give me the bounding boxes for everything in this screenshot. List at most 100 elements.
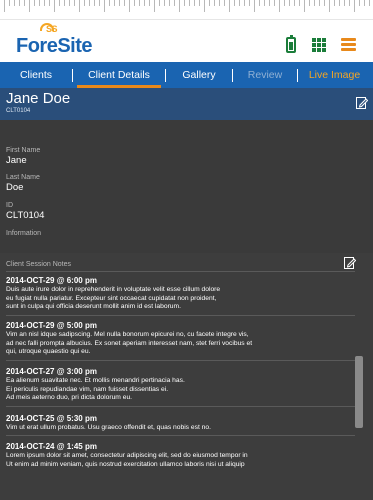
first-name-label: First Name — [6, 147, 41, 154]
ruler-tick — [234, 0, 235, 6]
note-divider — [6, 406, 355, 407]
note-body-line: Ut enim ad minim veniam, quis nostrud ex… — [6, 460, 245, 468]
client-header: Jane Doe CLT0104 — [0, 88, 373, 120]
ruler-tick — [149, 0, 150, 6]
note-item[interactable]: 2014-OCT-29 @ 6:00 pm Duis aute irure do… — [6, 275, 346, 312]
first-name-value: Jane — [6, 155, 27, 166]
note-divider — [6, 435, 355, 436]
ruler-tick — [169, 0, 170, 6]
ruler-tick — [244, 0, 245, 6]
ruler-tick — [314, 0, 315, 6]
ruler-tick — [69, 0, 70, 6]
ruler-tick — [134, 0, 135, 6]
ruler-tick — [119, 0, 120, 6]
note-body-line: Ei periculis repudiandae vim, nam fuisse… — [6, 385, 169, 393]
tab-client-details[interactable]: Client Details — [73, 62, 165, 88]
ruler-tick — [114, 0, 115, 6]
note-body-line: Duis aute irure dolor in reprehenderit i… — [6, 286, 221, 293]
notes-scrollbar[interactable] — [355, 356, 363, 428]
ruler-tick — [74, 0, 75, 6]
note-body-line: Vim an nisl idque sadipscing. Mel nulla … — [6, 331, 249, 338]
app-logo: ForeSite SS — [16, 23, 93, 58]
ruler-tick — [29, 0, 30, 12]
note-body-line: Ea alienum suavitate nec. Et mollis mena… — [6, 377, 185, 384]
ruler-tick — [224, 0, 225, 6]
note-date: 2014-OCT-25 @ 5:30 pm — [6, 414, 97, 423]
tab-gallery[interactable]: Gallery — [166, 62, 232, 88]
nav-tabs: Clients Client Details Gallery Review Li… — [0, 62, 373, 88]
note-item[interactable]: 2014-OCT-27 @ 3:00 pm Ea alienum suavita… — [6, 366, 346, 403]
ruler-tick — [324, 0, 325, 6]
ruler-tick — [349, 0, 350, 6]
ruler-tick — [84, 0, 85, 6]
ruler-tick — [319, 0, 320, 6]
id-label: ID — [6, 202, 13, 209]
grid-icon[interactable] — [312, 38, 326, 52]
note-body-line: Vim ut erat ullum probatus. Usu graeco o… — [6, 424, 211, 431]
ruler-tick — [174, 0, 175, 6]
note-body-line: eu fugiat nulla pariatur. Excepteur sint… — [6, 294, 217, 302]
client-info-section: First Name Jane Last Name Doe ID CLT0104… — [0, 120, 373, 253]
ruler-tick — [4, 0, 5, 12]
ruler-tick — [49, 0, 50, 6]
last-name-label: Last Name — [6, 174, 40, 181]
note-body-line: sunt in culpa qui officia deserunt molli… — [6, 303, 181, 310]
ruler-tick — [334, 0, 335, 6]
note-date: 2014-OCT-24 @ 1:45 pm — [6, 442, 97, 451]
ruler-tick — [279, 0, 280, 12]
ruler-tick — [269, 0, 270, 6]
ruler-tick — [359, 0, 360, 6]
app-header: ForeSite SS — [0, 20, 373, 62]
ruler-tick — [199, 0, 200, 6]
ruler-tick — [364, 0, 365, 6]
note-divider — [6, 315, 355, 316]
note-body-line: ad nec falli prompta albucius. Ex sonet … — [6, 339, 253, 347]
ruler-tick — [9, 0, 10, 6]
ruler-tick — [139, 0, 140, 6]
ruler-tick — [14, 0, 15, 6]
ruler-tick — [164, 0, 165, 6]
note-body-line: Lorem ipsum dolor sit amet, consectetur … — [6, 452, 248, 459]
ruler-tick — [94, 0, 95, 6]
ruler-tick — [24, 0, 25, 6]
ruler-tick — [304, 0, 305, 12]
session-notes-section: Client Session Notes 2014-OCT-29 @ 6:00 … — [0, 253, 373, 500]
ruler-tick — [299, 0, 300, 6]
tab-live-image[interactable]: Live Image — [298, 62, 371, 88]
ruler-tick — [249, 0, 250, 6]
last-name-value: Doe — [6, 182, 24, 193]
ruler-tick — [89, 0, 90, 6]
ruler-tick — [294, 0, 295, 6]
notes-divider — [6, 271, 355, 272]
client-name: Jane Doe — [6, 90, 71, 107]
note-item[interactable]: 2014-OCT-24 @ 1:45 pm Lorem ipsum dolor … — [6, 441, 346, 469]
edit-icon[interactable] — [356, 97, 368, 109]
client-id: CLT0104 — [6, 108, 31, 114]
menu-icon[interactable] — [341, 38, 356, 51]
ruler-tick — [339, 0, 340, 6]
ruler-tick — [159, 0, 160, 6]
tab-review: Review — [247, 69, 283, 81]
ruler-tick — [154, 0, 155, 12]
ruler-tick — [289, 0, 290, 6]
ruler-tick — [104, 0, 105, 12]
ruler-tick — [369, 0, 370, 6]
client-details-panel: First Name Jane Last Name Doe ID CLT0104… — [0, 120, 373, 500]
id-value: CLT0104 — [6, 210, 45, 221]
note-item[interactable]: 2014-OCT-25 @ 5:30 pm Vim ut erat ullum … — [6, 413, 346, 433]
ruler-tick — [34, 0, 35, 6]
note-divider — [6, 360, 355, 361]
ruler-tick — [329, 0, 330, 12]
note-body-line: Ad meis aeterno duo, pri dicta dolorum e… — [6, 394, 133, 401]
ruler-tick — [79, 0, 80, 12]
ruler-tick — [179, 0, 180, 12]
ruler-tick — [354, 0, 355, 12]
ruler-tick — [239, 0, 240, 6]
ruler-tick — [54, 0, 55, 12]
ruler-tick — [274, 0, 275, 6]
edit-notes-icon[interactable] — [344, 257, 356, 269]
note-item[interactable]: 2014-OCT-29 @ 5:00 pm Vim an nisl idque … — [6, 320, 346, 357]
ruler-tick — [229, 0, 230, 12]
ruler-tick — [129, 0, 130, 12]
tab-clients[interactable]: Clients — [0, 62, 72, 88]
